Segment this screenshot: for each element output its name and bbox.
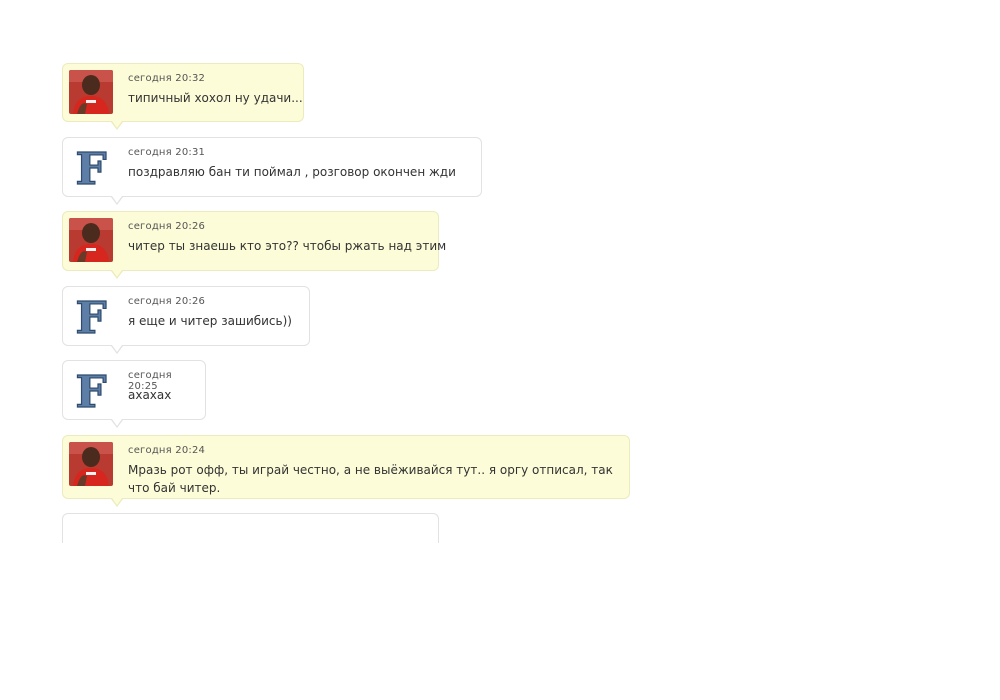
bubble-tail <box>111 419 123 428</box>
message-timestamp: сегодня 20:26 <box>128 296 206 307</box>
letter-f-avatar[interactable]: F <box>69 367 113 411</box>
message-text: я еще и читер зашибись)) <box>128 314 292 328</box>
bubble-tail <box>111 196 123 205</box>
message-bubble: F сегодня 20:31 поздравляю бан ти поймал… <box>62 137 482 205</box>
message-text: типичный хохол ну удачи... <box>128 91 303 105</box>
message-text: Мразь рот офф, ты играй честно, а не выё… <box>128 463 613 495</box>
message-bubble: сегодня 20:32 типичный хохол ну удачи... <box>62 63 304 130</box>
bubble-tail <box>111 270 123 279</box>
message-text: поздравляю бан ти поймал , розговор окон… <box>128 165 456 179</box>
message-timestamp: сегодня 20:26 <box>128 221 206 232</box>
bubble-tail <box>111 121 123 130</box>
message-timestamp: сегодня 20:32 <box>128 73 206 84</box>
player-photo-avatar[interactable] <box>69 70 113 114</box>
player-photo-avatar[interactable] <box>69 218 113 262</box>
letter-f-glyph: F <box>75 144 106 188</box>
bubble-tail <box>111 498 123 507</box>
message-timestamp: сегодня 20:24 <box>128 445 206 456</box>
message-text: читер ты знаешь кто это?? чтобы ржать на… <box>128 239 447 253</box>
message-bubble: сегодня 20:24 Мразь рот офф, ты играй че… <box>62 435 630 507</box>
letter-f-avatar[interactable]: F <box>69 293 113 337</box>
message-thread: сегодня 20:32 типичный хохол ну удачи...… <box>0 0 1000 700</box>
letter-f-glyph: F <box>75 367 106 411</box>
letter-f-avatar[interactable]: F <box>69 144 113 188</box>
message-bubble: F сегодня 20:25 ахахах <box>62 360 206 428</box>
bubble-tail <box>111 345 123 354</box>
message-text: ахахах <box>128 388 172 402</box>
player-photo-avatar[interactable] <box>69 442 113 486</box>
message-bubble: F сегодня 20:26 я еще и читер зашибись)) <box>62 286 310 354</box>
letter-f-glyph: F <box>75 293 106 337</box>
message-bubble: сегодня 20:26 читер ты знаешь кто это?? … <box>62 211 447 279</box>
message-bubble-partial <box>62 513 439 543</box>
message-timestamp: сегодня 20:31 <box>128 147 206 158</box>
